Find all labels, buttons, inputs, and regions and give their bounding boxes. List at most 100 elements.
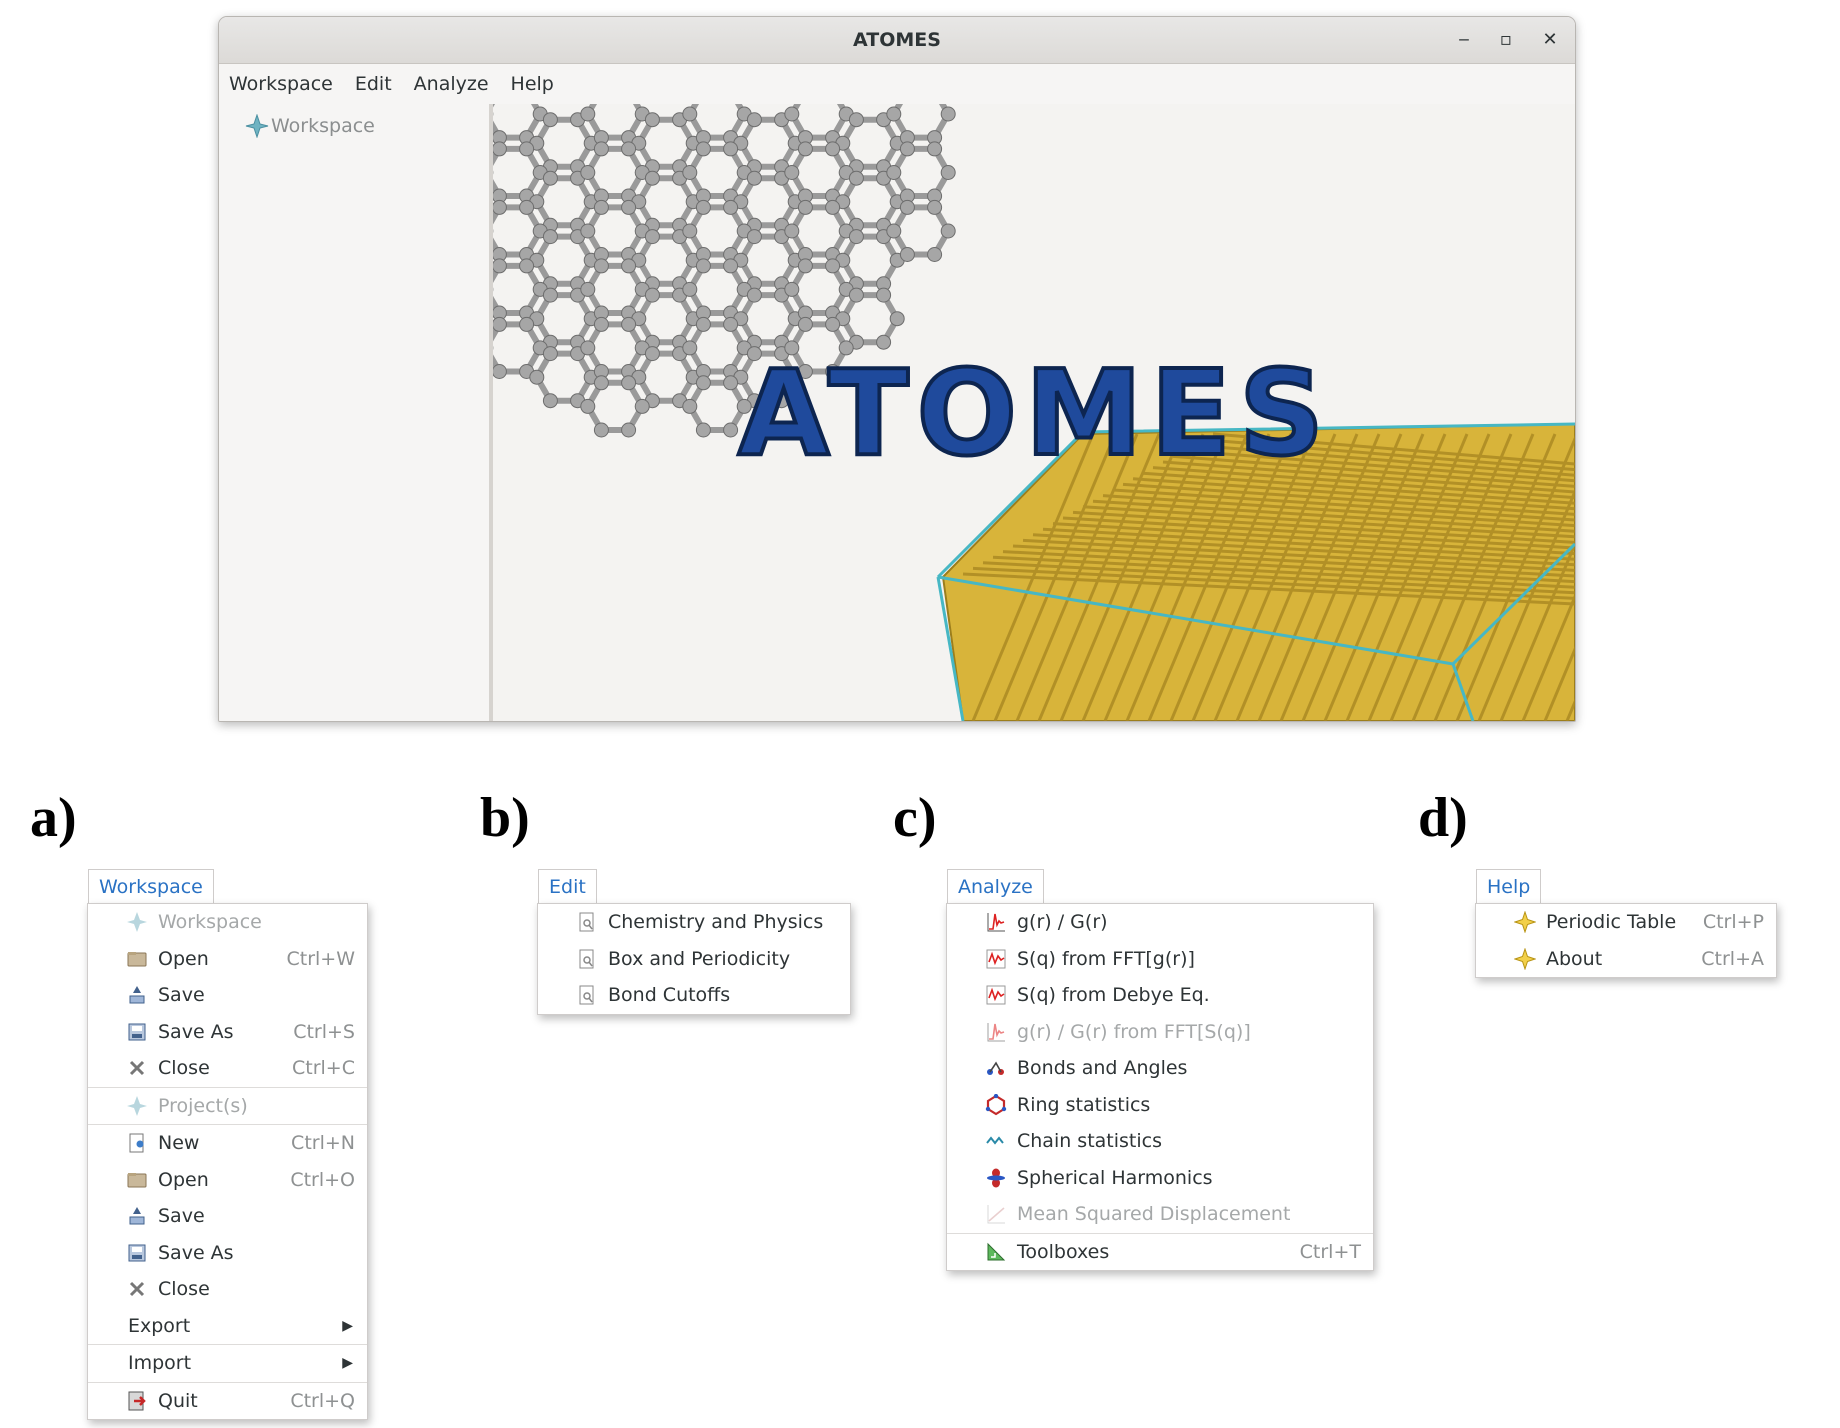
menu-item-save[interactable]: Save	[88, 977, 367, 1014]
shortcut-text: Ctrl+O	[290, 1168, 355, 1191]
menu-item-label: Ring statistics	[1017, 1093, 1151, 1116]
close-icon: ✕	[1542, 29, 1558, 50]
menu-item-export[interactable]: Export ▶	[88, 1308, 367, 1345]
splash-image: ATOMES	[493, 104, 1575, 721]
menu-item-label: Spherical Harmonics	[1017, 1166, 1213, 1189]
menu-item-label: S(q) from FFT[g(r)]	[1017, 947, 1195, 970]
minimize-icon: ‒	[1458, 29, 1470, 50]
menu-item-label: Save	[158, 984, 205, 1007]
edit-icon	[576, 948, 598, 970]
menu-item-chain-statistics[interactable]: Chain statistics	[947, 1123, 1373, 1160]
panel-label-c: c)	[893, 787, 937, 849]
menu-item-label: Periodic Table	[1546, 911, 1677, 934]
shortcut-text: Ctrl+C	[292, 1057, 355, 1080]
menu-item-label: Close	[158, 1057, 210, 1080]
analyze-menu: g(r) / G(r) S(q) from FFT[g(r)] S(q) from …	[946, 903, 1374, 1271]
folder-icon	[126, 1169, 148, 1191]
menu-item-label: Open	[158, 947, 209, 970]
shortcut-text: Ctrl+T	[1299, 1240, 1361, 1263]
menu-item-save-as[interactable]: Save As Ctrl+S	[88, 1014, 367, 1051]
menu-item-label: New	[158, 1132, 200, 1155]
shortcut-text: Ctrl+P	[1702, 911, 1764, 934]
maximize-button[interactable]: ▫	[1493, 27, 1519, 53]
menu-item-chemistry-and-physics[interactable]: Chemistry and Physics	[538, 904, 850, 941]
menu-item-save-as[interactable]: Save As	[88, 1235, 367, 1272]
analyze-menu-tab[interactable]: Analyze	[947, 869, 1044, 906]
edit-menu: Chemistry and Physics Box and Periodicity…	[537, 903, 851, 1015]
maximize-icon: ▫	[1499, 29, 1513, 50]
workspace-tree-panel: Workspace	[219, 104, 493, 721]
menu-item-open[interactable]: Open Ctrl+W	[88, 941, 367, 978]
menu-item-open[interactable]: Open Ctrl+O	[88, 1162, 367, 1199]
menu-item-label: Chain statistics	[1017, 1130, 1163, 1153]
atomes-window: ATOMES ‒ ▫ ✕ Workspace Edit Analyze Help…	[218, 16, 1576, 722]
menu-help[interactable]: Help	[511, 73, 554, 95]
menu-item-toolboxes[interactable]: Toolboxes Ctrl+T	[947, 1232, 1373, 1271]
help-menu: Periodic Table Ctrl+P About Ctrl+A	[1475, 903, 1777, 978]
folder-icon	[126, 948, 148, 970]
atomes-logo: ATOMES	[738, 344, 1332, 482]
save-as-icon	[126, 1242, 148, 1264]
menu-item-label: About	[1546, 947, 1603, 970]
menu-analyze[interactable]: Analyze	[414, 73, 489, 95]
shortcut-text: Ctrl+Q	[290, 1389, 355, 1412]
menu-item-box-and-periodicity[interactable]: Box and Periodicity	[538, 941, 850, 978]
workspace-menu: Workspace Open Ctrl+W Save Save As Ctrl+S Clos…	[87, 903, 368, 1420]
shortcut-text: Ctrl+A	[1701, 947, 1764, 970]
menu-item-label: Close	[158, 1278, 210, 1301]
menu-item-bond-cutoffs[interactable]: Bond Cutoffs	[538, 977, 850, 1014]
menu-item-close[interactable]: Close	[88, 1271, 367, 1308]
menu-item-label: Open	[158, 1168, 209, 1191]
toolbox-icon	[985, 1241, 1007, 1263]
menu-item-about[interactable]: About Ctrl+A	[1476, 941, 1776, 978]
menu-item-close[interactable]: Close Ctrl+C	[88, 1050, 367, 1087]
tree-item-workspace[interactable]: Workspace	[245, 114, 375, 138]
panel-label-a: a)	[30, 787, 77, 849]
menu-item-label: Bond Cutoffs	[608, 984, 731, 1007]
workspace-icon	[126, 1095, 148, 1117]
menu-item-mean-squared-displacement: Mean Squared Displacement	[947, 1196, 1373, 1233]
menu-workspace[interactable]: Workspace	[229, 73, 333, 95]
edit-menu-tab[interactable]: Edit	[538, 869, 597, 906]
star-icon	[1514, 911, 1536, 934]
edit-icon	[576, 984, 598, 1006]
menu-item-g-r-g-r[interactable]: g(r) / G(r)	[947, 904, 1373, 941]
menu-item-label: Import	[128, 1352, 192, 1375]
submenu-arrow-icon: ▶	[342, 1355, 353, 1372]
menu-item-label: Workspace	[158, 911, 262, 934]
submenu-arrow-icon: ▶	[342, 1317, 353, 1334]
menu-edit[interactable]: Edit	[355, 73, 392, 95]
menu-item-s-q-from-debye-eq[interactable]: S(q) from Debye Eq.	[947, 977, 1373, 1014]
help-menu-tab[interactable]: Help	[1476, 869, 1542, 906]
menu-bar: Workspace Edit Analyze Help	[219, 64, 1575, 105]
chain-icon	[985, 1130, 1007, 1152]
shortcut-text: Ctrl+N	[291, 1132, 355, 1155]
menu-item-project-s: Project(s)	[88, 1086, 367, 1125]
ring-icon	[985, 1093, 1007, 1116]
menu-item-spherical-harmonics[interactable]: Spherical Harmonics	[947, 1160, 1373, 1197]
tree-item-label: Workspace	[271, 115, 375, 137]
save-as-icon	[126, 1021, 148, 1043]
menu-item-ring-statistics[interactable]: Ring statistics	[947, 1087, 1373, 1124]
menu-item-bonds-and-angles[interactable]: Bonds and Angles	[947, 1050, 1373, 1087]
close-window-button[interactable]: ✕	[1537, 27, 1563, 53]
menu-item-label: Chemistry and Physics	[608, 911, 824, 934]
star-icon	[1514, 947, 1536, 970]
menu-item-save[interactable]: Save	[88, 1198, 367, 1235]
workspace-menu-tab[interactable]: Workspace	[88, 869, 214, 906]
save-icon	[126, 1205, 148, 1227]
bonds-icon	[985, 1057, 1007, 1079]
menu-item-label: Toolboxes	[1017, 1240, 1110, 1263]
menu-item-periodic-table[interactable]: Periodic Table Ctrl+P	[1476, 904, 1776, 941]
splash-canvas: ATOMES	[493, 104, 1575, 721]
workspace-icon	[245, 114, 269, 138]
minimize-button[interactable]: ‒	[1451, 27, 1477, 53]
menu-item-import[interactable]: Import ▶	[88, 1344, 367, 1382]
quit-icon	[126, 1390, 148, 1412]
gr-icon	[985, 1021, 1007, 1043]
menu-item-workspace: Workspace	[88, 904, 367, 941]
harmonics-icon	[985, 1167, 1007, 1189]
menu-item-s-q-from-fft-g-r[interactable]: S(q) from FFT[g(r)]	[947, 941, 1373, 978]
menu-item-new[interactable]: New Ctrl+N	[88, 1124, 367, 1162]
menu-item-quit[interactable]: Quit Ctrl+Q	[88, 1381, 367, 1420]
